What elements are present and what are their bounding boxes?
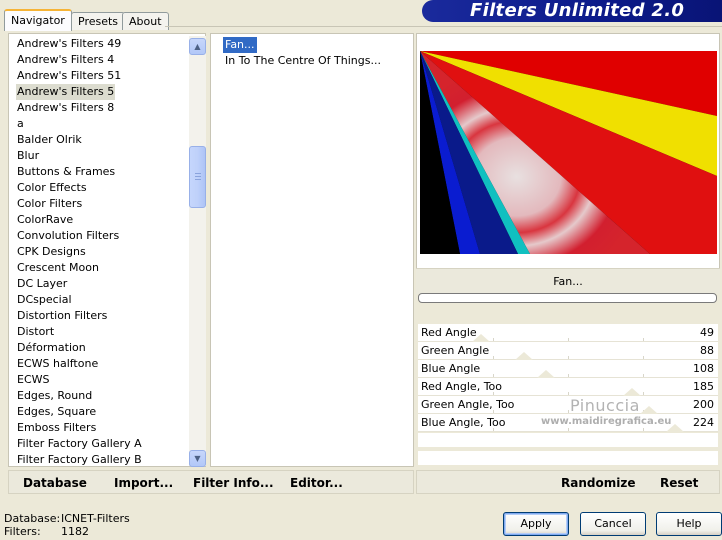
param-empty-row [418, 433, 718, 447]
category-item[interactable]: DCspecial [16, 292, 73, 308]
category-item[interactable]: DC Layer [16, 276, 68, 292]
category-item[interactable]: Andrew's Filters 49 [16, 36, 122, 52]
param-slider-thumb[interactable] [640, 406, 658, 414]
category-item[interactable]: Filter Factory Gallery B [16, 452, 143, 468]
category-item[interactable]: ECWS [16, 372, 51, 388]
filters-count-label: Filters: [4, 525, 41, 538]
category-item[interactable]: Edges, Square [16, 404, 97, 420]
category-item[interactable]: Color Effects [16, 180, 88, 196]
category-item[interactable]: Andrew's Filters 5 [16, 84, 116, 100]
param-row[interactable]: Red Angle, Too 185 [418, 378, 718, 396]
scroll-down-icon[interactable]: ▼ [189, 450, 206, 467]
editor-button[interactable]: Editor... [290, 476, 343, 490]
category-item[interactable]: Color Filters [16, 196, 83, 212]
param-label: Green Angle, Too [421, 398, 515, 411]
randomize-button[interactable]: Randomize [561, 476, 635, 490]
category-item[interactable]: Andrew's Filters 8 [16, 100, 115, 116]
category-list[interactable]: Andrew's Filters 49 Andrew's Filters 4 And… [8, 33, 206, 467]
param-label: Blue Angle, Too [421, 416, 506, 429]
param-empty-row [418, 451, 718, 465]
param-row[interactable]: Red Angle 49 [418, 324, 718, 342]
filter-info-button[interactable]: Filter Info... [193, 476, 274, 490]
tab-navigator[interactable]: Navigator [4, 9, 72, 31]
param-label: Green Angle [421, 344, 490, 357]
category-item[interactable]: Crescent Moon [16, 260, 100, 276]
tab-presets[interactable]: Presets [71, 12, 126, 30]
param-slider-thumb[interactable] [623, 388, 641, 396]
category-scrollbar[interactable]: ▲ ▼ [189, 36, 206, 467]
category-item[interactable]: Convolution Filters [16, 228, 120, 244]
category-item[interactable]: Edges, Round [16, 388, 93, 404]
param-row[interactable]: Blue Angle 108 [418, 360, 718, 378]
filter-item-centre[interactable]: In To The Centre Of Things... [223, 53, 383, 69]
param-value: 200 [693, 398, 714, 411]
param-value: 185 [693, 380, 714, 393]
watermark-site: www.maidiregrafica.eu [541, 416, 672, 427]
param-label: Red Angle, Too [421, 380, 503, 393]
category-item[interactable]: Emboss Filters [16, 420, 97, 436]
param-value: 224 [693, 416, 714, 429]
database-status-value: ICNET-Filters [61, 512, 130, 525]
param-slider-thumb[interactable] [537, 370, 555, 378]
filters-count-value: 1182 [61, 525, 89, 538]
param-value: 108 [693, 362, 714, 375]
tab-about[interactable]: About [122, 12, 169, 30]
category-item[interactable]: Distort [16, 324, 55, 340]
category-item[interactable]: Distortion Filters [16, 308, 108, 324]
param-label: Red Angle [421, 326, 477, 339]
category-item[interactable]: Andrew's Filters 4 [16, 52, 115, 68]
progress-bar [418, 293, 717, 303]
category-item[interactable]: Filter Factory Gallery A [16, 436, 143, 452]
watermark-name: Pinuccia [570, 396, 640, 415]
preview-image [420, 51, 717, 254]
database-status-label: Database: [4, 512, 61, 525]
help-button[interactable]: Help [656, 512, 722, 536]
apply-button[interactable]: Apply [503, 512, 569, 536]
category-item[interactable]: Déformation [16, 340, 87, 356]
category-item[interactable]: Balder Olrik [16, 132, 83, 148]
database-button[interactable]: Database [23, 476, 87, 490]
category-item[interactable]: CPK Designs [16, 244, 87, 260]
category-item[interactable]: ECWS halftone [16, 356, 99, 372]
category-item[interactable]: a [16, 116, 25, 132]
param-value: 88 [700, 344, 714, 357]
filter-list[interactable]: Fan... In To The Centre Of Things... [210, 33, 414, 467]
param-row[interactable]: Green Angle, Too 200 [418, 396, 718, 414]
category-item[interactable]: Andrew's Filters 51 [16, 68, 122, 84]
scroll-up-icon[interactable]: ▲ [189, 38, 206, 55]
filter-name-label: Fan... [416, 268, 720, 294]
param-row[interactable]: Green Angle 88 [418, 342, 718, 360]
reset-button[interactable]: Reset [660, 476, 698, 490]
header-divider [165, 26, 722, 27]
filter-item-fan[interactable]: Fan... [223, 37, 257, 53]
import-button[interactable]: Import... [114, 476, 173, 490]
param-slider-thumb[interactable] [515, 352, 533, 360]
banner-title: Filters Unlimited 2.0 [470, 0, 685, 21]
param-label: Blue Angle [421, 362, 481, 375]
category-item[interactable]: Buttons & Frames [16, 164, 116, 180]
scroll-thumb[interactable] [189, 146, 206, 208]
param-slider-thumb[interactable] [472, 334, 490, 342]
cancel-button[interactable]: Cancel [580, 512, 646, 536]
param-value: 49 [700, 326, 714, 339]
category-item[interactable]: Blur [16, 148, 40, 164]
category-item[interactable]: ColorRave [16, 212, 74, 228]
